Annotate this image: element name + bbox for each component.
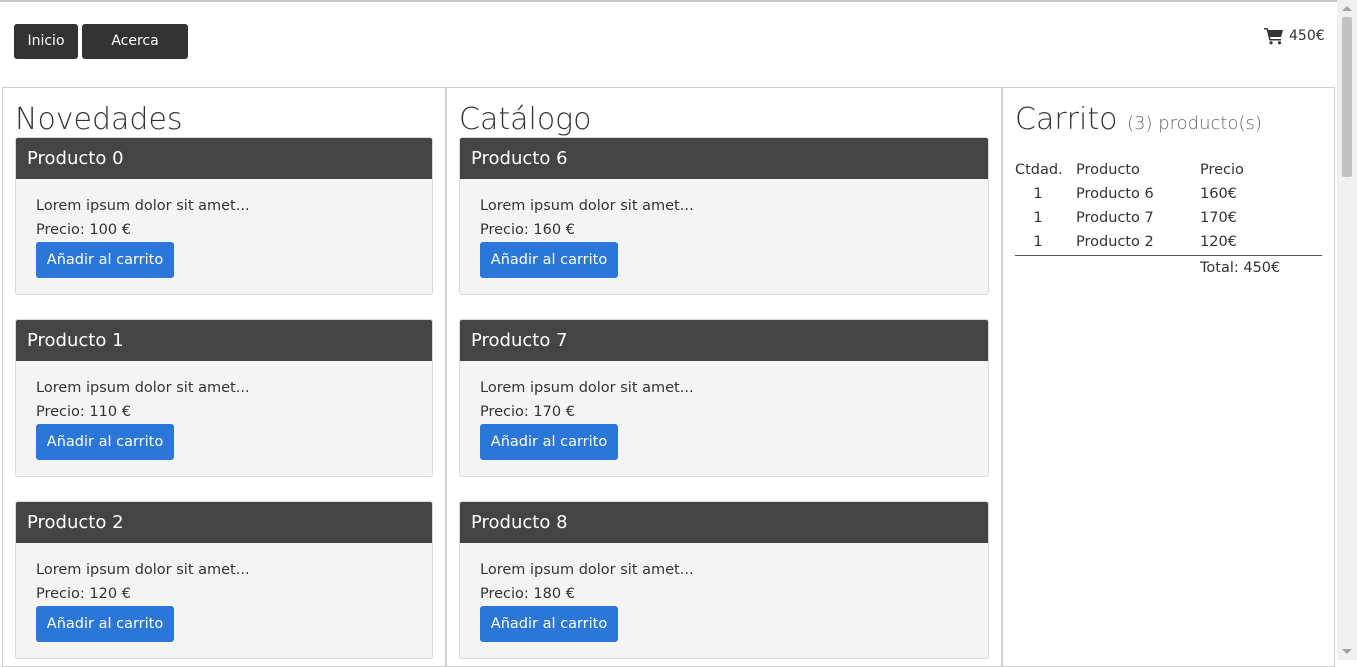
product-price: Precio: 170 € (480, 404, 575, 420)
cart-row: 1 Producto 2 120€ (1015, 230, 1322, 254)
add-to-cart-button[interactable]: Añadir al carrito (480, 242, 618, 278)
scroll-down-icon[interactable] (1342, 649, 1352, 654)
top-border (0, 0, 1357, 2)
cart-summary-amount: 450€ (1289, 28, 1325, 44)
product-card: Producto 2 Lorem ipsum dolor sit amet...… (15, 501, 433, 659)
cart-row-product: Producto 7 (1076, 210, 1154, 226)
cart-row-product: Producto 2 (1076, 234, 1154, 250)
product-price: Precio: 110 € (36, 404, 131, 420)
cart-total-row: Total: 450€ (1015, 256, 1322, 280)
about-button[interactable]: Acerca de... (82, 24, 188, 84)
product-card: Producto 8 Lorem ipsum dolor sit amet...… (459, 501, 989, 659)
cart-row-product: Producto 6 (1076, 186, 1154, 202)
add-to-cart-button[interactable]: Añadir al carrito (36, 242, 174, 278)
cart-row-price: 160€ (1200, 186, 1237, 202)
product-description: Lorem ipsum dolor sit amet... (36, 562, 250, 578)
product-card: Producto 1 Lorem ipsum dolor sit amet...… (15, 319, 433, 477)
carrito-panel: Carrito (3) producto(s) Ctdad. Producto … (1002, 87, 1335, 667)
product-name: Producto 8 (460, 502, 988, 543)
vertical-scrollbar[interactable] (1337, 0, 1357, 660)
add-to-cart-button[interactable]: Añadir al carrito (36, 606, 174, 642)
product-name: Producto 7 (460, 320, 988, 361)
product-description: Lorem ipsum dolor sit amet... (480, 562, 694, 578)
product-name: Producto 1 (16, 320, 432, 361)
add-to-cart-button[interactable]: Añadir al carrito (480, 606, 618, 642)
novedades-panel: Novedades Producto 0 Lorem ipsum dolor s… (2, 87, 446, 667)
cart-row: 1 Producto 7 170€ (1015, 206, 1322, 230)
product-description: Lorem ipsum dolor sit amet... (480, 380, 694, 396)
cart-total: Total: 450€ (1200, 260, 1281, 276)
price-header: Precio (1200, 162, 1244, 178)
cart-row: 1 Producto 6 160€ (1015, 182, 1322, 206)
product-card: Producto 7 Lorem ipsum dolor sit amet...… (459, 319, 989, 477)
product-price: Precio: 160 € (480, 222, 575, 238)
product-name: Producto 0 (16, 138, 432, 179)
add-to-cart-button[interactable]: Añadir al carrito (36, 424, 174, 460)
add-to-cart-button[interactable]: Añadir al carrito (480, 424, 618, 460)
carrito-heading: Carrito (1015, 102, 1118, 137)
shopping-cart-icon (1264, 28, 1283, 45)
product-price: Precio: 180 € (480, 586, 575, 602)
cart-item-count: (3) producto(s) (1127, 113, 1262, 134)
product-description: Lorem ipsum dolor sit amet... (36, 380, 250, 396)
scroll-up-icon[interactable] (1342, 6, 1352, 11)
qty-header: Ctdad. (1015, 162, 1063, 178)
product-header: Producto (1076, 162, 1140, 178)
product-card: Producto 0 Lorem ipsum dolor sit amet...… (15, 137, 433, 295)
cart-summary[interactable]: 450€ (1264, 26, 1325, 46)
product-card: Producto 6 Lorem ipsum dolor sit amet...… (459, 137, 989, 295)
product-name: Producto 2 (16, 502, 432, 543)
cart-row-qty: 1 (1033, 186, 1043, 202)
catalogo-title: Catálogo (459, 102, 592, 137)
home-button[interactable]: Inicio (14, 24, 78, 59)
catalogo-panel: Catálogo Producto 6 Lorem ipsum dolor si… (446, 87, 1002, 667)
novedades-title: Novedades (15, 102, 183, 137)
cart-table: Ctdad. Producto Precio 1 Producto 6 160€… (1015, 158, 1322, 280)
scrollbar-thumb[interactable] (1342, 17, 1352, 177)
cart-row-qty: 1 (1033, 234, 1043, 250)
product-price: Precio: 120 € (36, 586, 131, 602)
product-name: Producto 6 (460, 138, 988, 179)
product-price: Precio: 100 € (36, 222, 131, 238)
cart-row-price: 170€ (1200, 210, 1237, 226)
cart-row-price: 120€ (1200, 234, 1237, 250)
cart-row-qty: 1 (1033, 210, 1043, 226)
product-description: Lorem ipsum dolor sit amet... (480, 198, 694, 214)
product-description: Lorem ipsum dolor sit amet... (36, 198, 250, 214)
cart-table-header: Ctdad. Producto Precio (1015, 158, 1322, 182)
carrito-title: Carrito (3) producto(s) (1015, 102, 1262, 137)
